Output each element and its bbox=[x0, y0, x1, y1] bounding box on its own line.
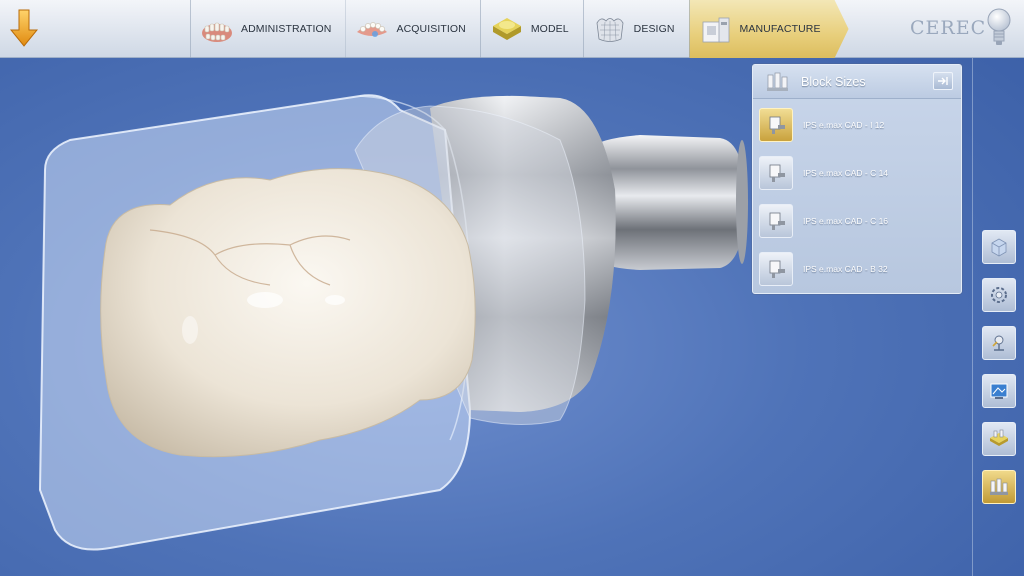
block-icon bbox=[759, 204, 793, 238]
tab-administration[interactable]: ADMINISTRATION bbox=[190, 0, 349, 58]
tab-label: DESIGN bbox=[633, 23, 675, 35]
block-option-c14[interactable]: IPS e.max CAD - C 14 bbox=[759, 153, 955, 193]
tab-label: ADMINISTRATION bbox=[241, 23, 332, 35]
block-option-i12[interactable]: IPS e.max CAD - I 12 bbox=[759, 105, 955, 145]
dentition-icon bbox=[199, 11, 235, 47]
block-option-label: IPS e.max CAD - C 16 bbox=[803, 216, 889, 226]
tab-label: MANUFACTURE bbox=[739, 23, 821, 35]
block-sizes-icon bbox=[990, 478, 1008, 495]
tab-label: MODEL bbox=[530, 23, 569, 35]
rotation-button[interactable] bbox=[982, 278, 1016, 312]
sprue-button[interactable] bbox=[982, 326, 1016, 360]
block-position-button[interactable] bbox=[982, 422, 1016, 456]
back-button[interactable] bbox=[6, 6, 42, 50]
block-icon bbox=[759, 156, 793, 190]
block-sizes-icon bbox=[765, 71, 789, 93]
block-icon bbox=[759, 108, 793, 142]
tab-label: ACQUISITION bbox=[396, 23, 466, 35]
block-option-label: IPS e.max CAD - B 32 bbox=[803, 264, 888, 274]
rotation-icon bbox=[991, 287, 1007, 303]
crown-icon bbox=[592, 11, 628, 47]
down-arrow-icon bbox=[10, 9, 38, 47]
help-button[interactable] bbox=[986, 6, 1012, 50]
panel-header: Block Sizes bbox=[753, 65, 961, 99]
preview-button[interactable] bbox=[982, 374, 1016, 408]
lightbulb-icon bbox=[987, 8, 1011, 45]
view-cube-icon bbox=[991, 238, 1007, 257]
collapse-arrow-icon bbox=[938, 77, 948, 85]
block-option-label: IPS e.max CAD - C 14 bbox=[803, 168, 889, 178]
tab-design[interactable]: DESIGN bbox=[583, 0, 693, 58]
panel-title: Block Sizes bbox=[801, 75, 866, 89]
phase-bar: ADMINISTRATION ACQUISITION MODEL DESIGN … bbox=[0, 0, 1024, 58]
block-option-c16[interactable]: IPS e.max CAD - C 16 bbox=[759, 201, 955, 241]
block-option-label: IPS e.max CAD - I 12 bbox=[803, 120, 885, 130]
phase-tabs: ADMINISTRATION ACQUISITION MODEL DESIGN … bbox=[190, 0, 849, 58]
tab-manufacture[interactable]: MANUFACTURE bbox=[689, 0, 849, 58]
block-icon bbox=[759, 252, 793, 286]
tab-model[interactable]: MODEL bbox=[480, 0, 587, 58]
sprue-icon bbox=[992, 335, 1004, 351]
model-icon bbox=[489, 11, 525, 47]
block-option-b32[interactable]: IPS e.max CAD - B 32 bbox=[759, 249, 955, 289]
block-sizes-panel: Block Sizes IPS e.max CAD - I 12 IPS e.m… bbox=[752, 64, 962, 294]
block-icon bbox=[990, 429, 1008, 446]
view-cube-button[interactable] bbox=[982, 230, 1016, 264]
milling-unit-icon bbox=[698, 11, 734, 47]
block-sizes-button[interactable] bbox=[982, 470, 1016, 504]
right-toolbar bbox=[972, 58, 1024, 576]
tab-acquisition[interactable]: ACQUISITION bbox=[345, 0, 483, 58]
jaw-icon bbox=[354, 11, 390, 47]
preview-icon bbox=[990, 383, 1008, 399]
collapse-panel-button[interactable] bbox=[933, 72, 953, 90]
brand-logo: CEREC bbox=[910, 17, 987, 39]
